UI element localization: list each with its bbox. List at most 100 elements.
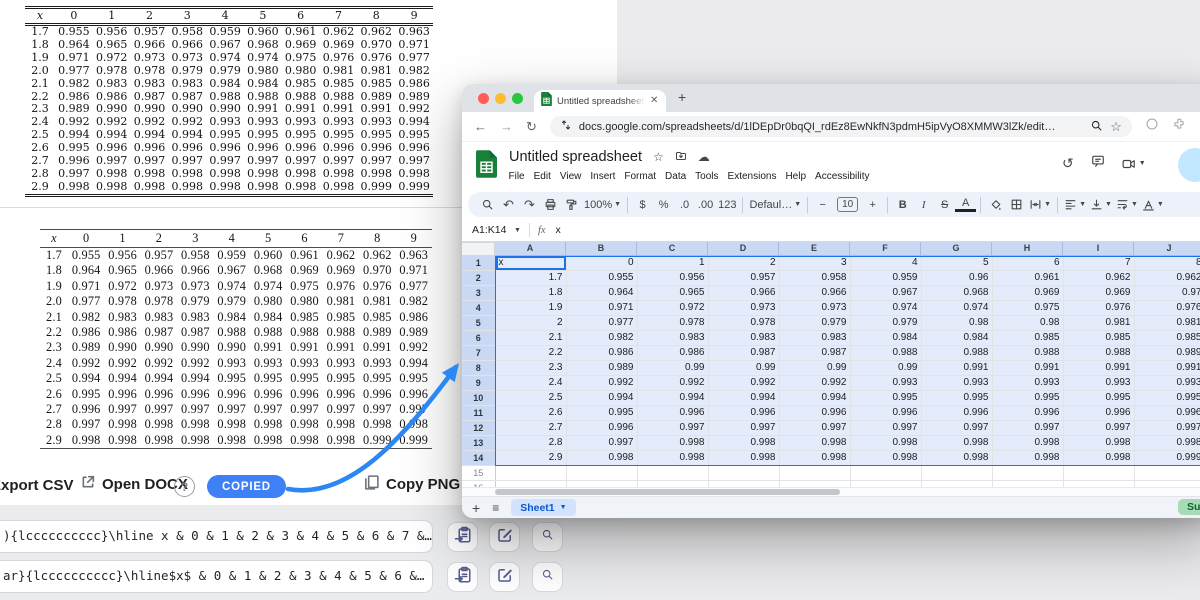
cell-F11[interactable]: 0.996 — [850, 406, 921, 421]
bold-button[interactable]: B — [892, 194, 913, 216]
cell-G7[interactable]: 0.988 — [921, 346, 992, 361]
cell-G13[interactable]: 0.998 — [921, 436, 992, 451]
cell-J5[interactable]: 0.981 — [1134, 316, 1200, 331]
latex-code-input-1[interactable]: ){lcccccccccc}\hline x & 0 & 1 & 2 & 3 &… — [0, 520, 433, 553]
cell-B14[interactable]: 0.998 — [566, 451, 637, 466]
url-search-icon[interactable] — [1090, 119, 1103, 135]
column-header-J[interactable]: J — [1134, 242, 1200, 256]
cell-A1[interactable]: x — [495, 256, 566, 271]
open-docx-button[interactable]: Open DOCX — [80, 474, 188, 494]
cell-E3[interactable]: 0.966 — [779, 286, 850, 301]
share-button[interactable] — [1178, 148, 1200, 182]
row-header-3[interactable]: 3 — [462, 286, 495, 301]
cell-H8[interactable]: 0.991 — [992, 361, 1063, 376]
browser-tab[interactable]: Untitled spreadsheet - Goog ✕ — [534, 90, 666, 112]
edit-latex-button-2[interactable] — [489, 562, 520, 592]
cell-D12[interactable]: 0.997 — [708, 421, 779, 436]
paint-format-icon[interactable] — [561, 194, 582, 216]
cell-I10[interactable]: 0.995 — [1063, 391, 1134, 406]
cell-J3[interactable]: 0.97 — [1134, 286, 1200, 301]
row-header-2[interactable]: 2 — [462, 271, 495, 286]
column-header-E[interactable]: E — [779, 242, 850, 256]
cell-A2[interactable]: 1.7 — [495, 271, 566, 286]
cell-B3[interactable]: 0.964 — [566, 286, 637, 301]
cell-E4[interactable]: 0.973 — [779, 301, 850, 316]
document-title[interactable]: Untitled spreadsheet — [509, 149, 642, 165]
cell-A11[interactable]: 2.6 — [495, 406, 566, 421]
cell-B12[interactable]: 0.996 — [566, 421, 637, 436]
cell-F6[interactable]: 0.984 — [850, 331, 921, 346]
cell-H9[interactable]: 0.993 — [992, 376, 1063, 391]
cell-H10[interactable]: 0.995 — [992, 391, 1063, 406]
cell-C6[interactable]: 0.983 — [637, 331, 708, 346]
cell-C3[interactable]: 0.965 — [637, 286, 708, 301]
window-minimize-button[interactable] — [495, 93, 506, 104]
google-sheets-logo[interactable] — [476, 150, 497, 183]
cell-J13[interactable]: 0.998 — [1134, 436, 1200, 451]
cell-I2[interactable]: 0.962 — [1063, 271, 1134, 286]
cell-A9[interactable]: 2.4 — [495, 376, 566, 391]
column-header-G[interactable]: G — [921, 242, 992, 256]
decrease-font-size-button[interactable]: − — [812, 194, 833, 216]
site-info-icon[interactable] — [560, 119, 572, 134]
undo-button[interactable]: ↶ — [498, 194, 519, 216]
cell-G1[interactable]: 5 — [921, 256, 992, 271]
menu-help[interactable]: Help — [781, 169, 811, 184]
text-wrap-icon[interactable]: ▼ — [1114, 194, 1140, 216]
cell-C5[interactable]: 0.978 — [637, 316, 708, 331]
cell-D11[interactable]: 0.996 — [708, 406, 779, 421]
add-sheet-icon[interactable]: + — [472, 501, 480, 515]
help-button[interactable]: ? — [174, 476, 195, 497]
star-document-icon[interactable]: ☆ — [653, 151, 664, 163]
cell-F9[interactable]: 0.993 — [850, 376, 921, 391]
comment-icon[interactable] — [1091, 154, 1105, 173]
row-header-1[interactable]: 1 — [462, 256, 495, 271]
formula-input[interactable]: x — [556, 224, 561, 236]
cell-I4[interactable]: 0.976 — [1063, 301, 1134, 316]
row-header-13[interactable]: 13 — [462, 436, 495, 451]
cell-B1[interactable]: 0 — [566, 256, 637, 271]
cell-A10[interactable]: 2.5 — [495, 391, 566, 406]
horizontal-align-icon[interactable]: ▼ — [1062, 194, 1088, 216]
cell-D13[interactable]: 0.998 — [708, 436, 779, 451]
row-header-5[interactable]: 5 — [462, 316, 495, 331]
cell-J10[interactable]: 0.995 — [1134, 391, 1200, 406]
italic-button[interactable]: I — [913, 194, 934, 216]
text-rotation-icon[interactable]: ▼ — [1140, 194, 1166, 216]
cell-C10[interactable]: 0.994 — [637, 391, 708, 406]
cell-G9[interactable]: 0.993 — [921, 376, 992, 391]
menu-file[interactable]: File — [504, 169, 529, 184]
menu-insert[interactable]: Insert — [586, 169, 620, 184]
cell-C4[interactable]: 0.972 — [637, 301, 708, 316]
cell-H12[interactable]: 0.997 — [992, 421, 1063, 436]
row-header-10[interactable]: 10 — [462, 391, 495, 406]
cell-C9[interactable]: 0.992 — [637, 376, 708, 391]
cell-F10[interactable]: 0.995 — [850, 391, 921, 406]
select-all-corner[interactable] — [462, 242, 495, 256]
merge-cells-icon[interactable]: ▼ — [1027, 194, 1053, 216]
cell-H15[interactable] — [992, 466, 1063, 481]
cell-A4[interactable]: 1.9 — [495, 301, 566, 316]
redo-button[interactable]: ↷ — [519, 194, 540, 216]
column-header-B[interactable]: B — [566, 242, 637, 256]
print-icon[interactable] — [540, 194, 561, 216]
increase-font-size-button[interactable]: + — [862, 194, 883, 216]
cell-I15[interactable] — [1063, 466, 1134, 481]
cell-C15[interactable] — [637, 466, 708, 481]
increase-decimals-button[interactable]: .00 — [695, 194, 716, 216]
column-header-I[interactable]: I — [1063, 242, 1134, 256]
cell-E7[interactable]: 0.987 — [779, 346, 850, 361]
cell-F3[interactable]: 0.967 — [850, 286, 921, 301]
cell-I6[interactable]: 0.985 — [1063, 331, 1134, 346]
column-header-D[interactable]: D — [708, 242, 779, 256]
cell-H2[interactable]: 0.961 — [992, 271, 1063, 286]
cell-F8[interactable]: 0.99 — [850, 361, 921, 376]
move-to-folder-icon[interactable] — [675, 150, 687, 164]
profile-icon[interactable] — [1145, 117, 1159, 136]
zoom-button[interactable]: 100%▼ — [582, 194, 623, 216]
cell-E15[interactable] — [779, 466, 850, 481]
cell-C7[interactable]: 0.986 — [637, 346, 708, 361]
cell-C8[interactable]: 0.99 — [637, 361, 708, 376]
cell-E13[interactable]: 0.998 — [779, 436, 850, 451]
cell-E6[interactable]: 0.983 — [779, 331, 850, 346]
